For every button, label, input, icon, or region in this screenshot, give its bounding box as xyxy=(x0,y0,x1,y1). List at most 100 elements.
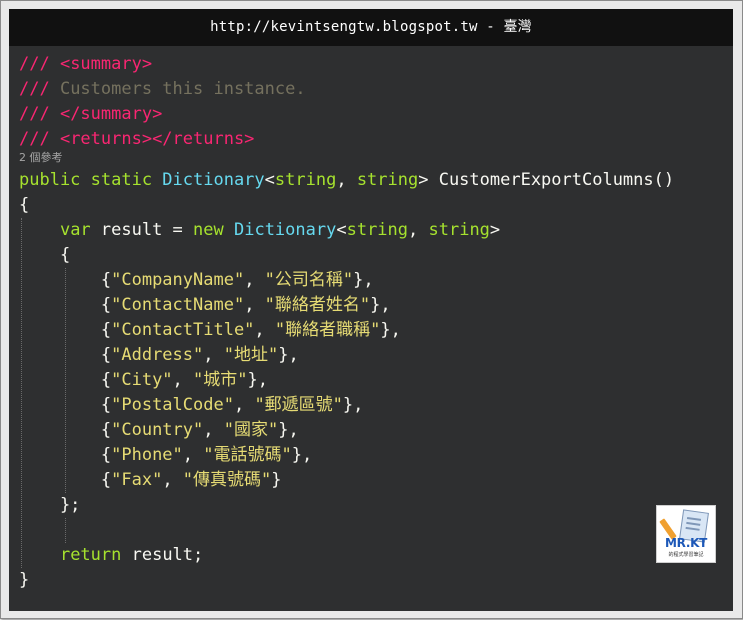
code-token: , xyxy=(254,320,275,340)
code-line[interactable]: return result; xyxy=(19,543,203,568)
code-token: }, xyxy=(278,345,299,365)
code-token: /// xyxy=(19,79,60,99)
code-token: "City" xyxy=(111,370,173,390)
code-token: Dictionary xyxy=(162,170,265,190)
code-token: { xyxy=(19,270,112,290)
code-token: }; xyxy=(19,495,81,515)
code-line[interactable]: { xyxy=(19,193,29,218)
code-token: , xyxy=(336,170,357,190)
code-token: }, xyxy=(291,445,313,465)
code-token: { xyxy=(19,370,112,390)
code-token: } xyxy=(19,570,30,590)
code-token: result; xyxy=(121,545,204,565)
code-token: }, xyxy=(342,395,364,415)
code-token: "地址" xyxy=(223,345,279,365)
code-line[interactable]: {"Country", "國家"}, xyxy=(19,418,299,443)
code-line[interactable]: }; xyxy=(19,493,80,518)
code-token: Customers this instance. xyxy=(59,79,306,99)
code-token: <summary> xyxy=(59,54,153,74)
code-token: string xyxy=(356,170,419,190)
code-token: , xyxy=(203,420,224,440)
logo-tagline: 的程式學習筆記 xyxy=(668,552,704,558)
code-line[interactable]: } xyxy=(19,568,29,593)
code-line[interactable]: /// Customers this instance. xyxy=(19,77,306,102)
code-line[interactable]: /// <summary> xyxy=(19,52,152,77)
blog-url-banner: http://kevintsengtw.blogspot.tw - 臺灣 xyxy=(9,9,733,46)
code-token: public static xyxy=(19,170,163,190)
code-token: , xyxy=(172,370,194,390)
code-token: { xyxy=(19,345,112,365)
code-token: "電話號碼" xyxy=(203,445,292,465)
code-token: , xyxy=(408,220,429,240)
code-token: { xyxy=(19,470,112,490)
code-token: { xyxy=(19,420,112,440)
code-token: , xyxy=(244,270,265,290)
code-line[interactable]: {"Address", "地址"}, xyxy=(19,343,299,368)
code-token: "聯絡者職稱" xyxy=(274,320,381,340)
code-line[interactable]: {"Phone", "電話號碼"}, xyxy=(19,443,312,468)
code-token: { xyxy=(19,295,112,315)
code-token: "城市" xyxy=(193,370,248,390)
code-line[interactable]: { xyxy=(19,243,70,268)
code-line[interactable]: public static Dictionary<string, string>… xyxy=(19,168,674,193)
code-token: , xyxy=(162,470,183,490)
code-token: , xyxy=(203,345,224,365)
code-token: "郵遞區號" xyxy=(254,395,343,415)
code-token: { xyxy=(19,445,112,465)
code-token: "CompanyName" xyxy=(111,270,245,290)
logo-brand: MR.KT xyxy=(665,536,707,550)
code-token: "ContactName" xyxy=(111,295,245,315)
code-token: "國家" xyxy=(223,420,279,440)
code-token: </summary> xyxy=(59,104,163,124)
code-token: string xyxy=(274,170,337,190)
code-line[interactable]: {"PostalCode", "郵遞區號"}, xyxy=(19,393,364,418)
code-line[interactable]: var result = new Dictionary<string, stri… xyxy=(19,218,500,243)
code-token: { xyxy=(19,195,30,215)
code-token: }, xyxy=(278,420,299,440)
code-token: }, xyxy=(353,270,374,290)
screenshot-frame: http://kevintsengtw.blogspot.tw - 臺灣 ///… xyxy=(0,0,743,619)
code-line[interactable]: {"ContactTitle", "聯絡者職稱"}, xyxy=(19,318,401,343)
codelens-references[interactable]: 2 個參考 xyxy=(19,151,63,165)
code-token: "PostalCode" xyxy=(111,395,234,415)
mr-kt-logo: MR.KT 的程式學習筆記 xyxy=(656,505,716,563)
code-token: var xyxy=(59,220,91,240)
indent-guide xyxy=(65,518,66,543)
code-token: Dictionary xyxy=(233,220,337,240)
code-token: "聯絡者姓名" xyxy=(264,295,371,315)
code-editor[interactable]: /// <summary>/// Customers this instance… xyxy=(9,46,733,611)
code-line[interactable]: /// </summary> xyxy=(19,102,162,127)
code-token: { xyxy=(19,320,112,340)
code-token: "Phone" xyxy=(111,445,183,465)
code-token: }, xyxy=(380,320,401,340)
code-token: "公司名稱" xyxy=(264,270,354,290)
code-line[interactable]: /// <returns></returns> xyxy=(19,127,254,152)
code-token: string xyxy=(346,220,409,240)
code-line[interactable]: {"ContactName", "聯絡者姓名"}, xyxy=(19,293,391,318)
code-token: "Fax" xyxy=(111,470,163,490)
code-token: result = xyxy=(90,220,194,240)
code-line[interactable]: {"CompanyName", "公司名稱"}, xyxy=(19,268,374,293)
code-token: "ContactTitle" xyxy=(111,320,255,340)
code-token: { xyxy=(19,245,71,265)
code-token: /// xyxy=(19,104,60,124)
code-token: > CustomerExportColumns() xyxy=(418,170,675,190)
code-token: "Country" xyxy=(111,420,204,440)
code-token: } xyxy=(271,470,282,490)
code-token: }, xyxy=(247,370,268,390)
code-token: "傳真號碼" xyxy=(182,470,272,490)
code-line[interactable]: {"Fax", "傳真號碼"} xyxy=(19,468,282,493)
code-token: , xyxy=(233,395,255,415)
code-token: < xyxy=(336,220,347,240)
code-token: > xyxy=(489,220,501,240)
code-token: , xyxy=(244,295,265,315)
code-line[interactable]: {"City", "城市"}, xyxy=(19,368,268,393)
code-token: /// xyxy=(19,54,60,74)
code-token: return xyxy=(59,545,122,565)
code-token: string xyxy=(428,220,490,240)
code-token: <returns></returns> xyxy=(59,129,255,149)
code-token: new xyxy=(193,220,234,240)
code-token: { xyxy=(19,395,112,415)
